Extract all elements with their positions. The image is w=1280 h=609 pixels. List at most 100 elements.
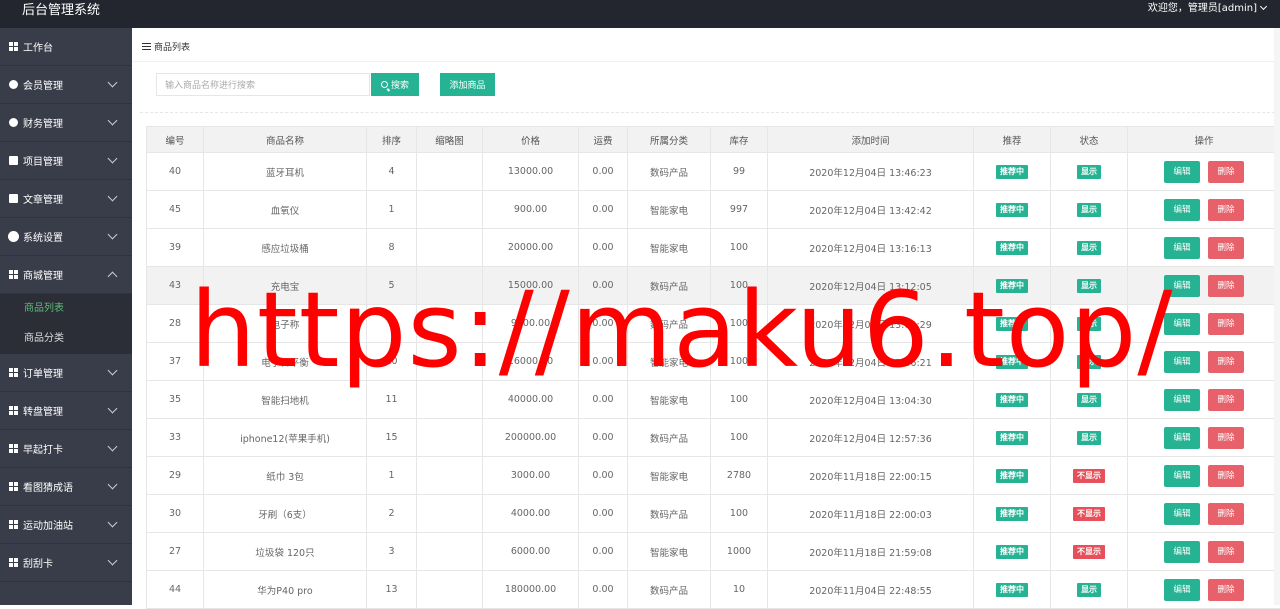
- delete-button[interactable]: 删除: [1208, 351, 1244, 373]
- status-badge[interactable]: 显示: [1077, 165, 1101, 179]
- sidebar-item[interactable]: 商城管理: [0, 256, 132, 294]
- sidebar-item[interactable]: 订单管理: [0, 354, 132, 392]
- delete-button[interactable]: 删除: [1208, 161, 1244, 183]
- status-badge[interactable]: 不显示: [1073, 545, 1105, 559]
- recommend-badge[interactable]: 推荐中: [996, 241, 1028, 255]
- status-badge[interactable]: 不显示: [1073, 507, 1105, 521]
- recommend-badge[interactable]: 推荐中: [996, 393, 1028, 407]
- add-product-button[interactable]: 添加商品: [440, 73, 495, 96]
- sidebar-item[interactable]: 会员管理: [0, 66, 132, 104]
- delete-button[interactable]: 删除: [1208, 199, 1244, 221]
- cell-name: 垃圾袋 120只: [204, 533, 367, 571]
- sidebar-item[interactable]: 早起打卡: [0, 430, 132, 468]
- status-badge[interactable]: 显示: [1077, 203, 1101, 217]
- edit-button[interactable]: 编辑: [1164, 541, 1200, 563]
- status-badge[interactable]: 显示: [1077, 583, 1101, 597]
- delete-button[interactable]: 删除: [1208, 313, 1244, 335]
- cell-stock: 100: [711, 381, 768, 419]
- recommend-badge[interactable]: 推荐中: [996, 469, 1028, 483]
- cell-status: 显示: [1051, 153, 1128, 191]
- sidebar-item[interactable]: 看图猜成语: [0, 468, 132, 506]
- cell-status: 显示: [1051, 191, 1128, 229]
- status-badge[interactable]: 显示: [1077, 393, 1101, 407]
- delete-button[interactable]: 删除: [1208, 503, 1244, 525]
- sidebar-submenu: 商品列表商品分类: [0, 294, 132, 354]
- sidebar-item-label: 会员管理: [23, 77, 63, 92]
- recommend-badge[interactable]: 推荐中: [996, 545, 1028, 559]
- cell-shipping: 0.00: [579, 153, 628, 191]
- cell-category: 数码产品: [628, 267, 711, 305]
- delete-button[interactable]: 删除: [1208, 465, 1244, 487]
- recommend-badge[interactable]: 推荐中: [996, 279, 1028, 293]
- status-badge[interactable]: 显示: [1077, 431, 1101, 445]
- list-icon: [142, 43, 151, 50]
- shield-icon: [9, 80, 18, 89]
- table-header-row: 编号商品名称排序缩略图价格运费所属分类库存添加时间推荐状态操作: [147, 127, 1280, 153]
- sidebar-item[interactable]: 文章管理: [0, 180, 132, 218]
- recommend-badge[interactable]: 推荐中: [996, 431, 1028, 445]
- sidebar-item[interactable]: 刮刮卡: [0, 544, 132, 582]
- sidebar-item[interactable]: 项目管理: [0, 142, 132, 180]
- cell-thumbnail: [417, 153, 483, 191]
- delete-button[interactable]: 删除: [1208, 579, 1244, 601]
- recommend-badge[interactable]: 推荐中: [996, 317, 1028, 331]
- cell-sort: 15: [367, 419, 417, 457]
- recommend-badge[interactable]: 推荐中: [996, 203, 1028, 217]
- edit-button[interactable]: 编辑: [1164, 313, 1200, 335]
- delete-button[interactable]: 删除: [1208, 237, 1244, 259]
- status-badge[interactable]: 显示: [1077, 241, 1101, 255]
- edit-button[interactable]: 编辑: [1164, 199, 1200, 221]
- edit-button[interactable]: 编辑: [1164, 427, 1200, 449]
- delete-button[interactable]: 删除: [1208, 541, 1244, 563]
- sidebar-subitem[interactable]: 商品列表: [0, 294, 132, 324]
- recommend-badge[interactable]: 推荐中: [996, 165, 1028, 179]
- chevron-down-icon: [108, 556, 118, 566]
- cell-price: 20000.00: [483, 229, 579, 267]
- recommend-badge[interactable]: 推荐中: [996, 583, 1028, 597]
- delete-button[interactable]: 删除: [1208, 389, 1244, 411]
- search-input[interactable]: [156, 73, 370, 96]
- user-menu[interactable]: 欢迎您，管理员[admin]: [1148, 0, 1266, 18]
- recommend-badge[interactable]: 推荐中: [996, 507, 1028, 521]
- edit-button[interactable]: 编辑: [1164, 465, 1200, 487]
- status-badge[interactable]: 不显示: [1073, 469, 1105, 483]
- cell-price: 9000.00: [483, 305, 579, 343]
- cell-actions: 编辑删除: [1128, 153, 1280, 191]
- sidebar-item[interactable]: 运动加油站: [0, 506, 132, 544]
- cell-stock: 99: [711, 153, 768, 191]
- edit-button[interactable]: 编辑: [1164, 579, 1200, 601]
- edit-button[interactable]: 编辑: [1164, 389, 1200, 411]
- status-badge[interactable]: 显示: [1077, 355, 1101, 369]
- cell-shipping: 0.00: [579, 343, 628, 381]
- sidebar-subitem[interactable]: 商品分类: [0, 324, 132, 354]
- edit-button[interactable]: 编辑: [1164, 503, 1200, 525]
- search-button[interactable]: 搜索: [371, 73, 419, 96]
- cell-price: 40000.00: [483, 381, 579, 419]
- edit-button[interactable]: 编辑: [1164, 275, 1200, 297]
- delete-button[interactable]: 删除: [1208, 427, 1244, 449]
- table-row: 39感应垃圾桶820000.000.00智能家电1002020年12月04日 1…: [147, 229, 1280, 267]
- cell-thumbnail: [417, 571, 483, 609]
- cell-sort: 13: [367, 571, 417, 609]
- delete-button[interactable]: 删除: [1208, 275, 1244, 297]
- cell-id: 39: [147, 229, 204, 267]
- cell-sort: 8: [367, 229, 417, 267]
- cell-shipping: 0.00: [579, 381, 628, 419]
- edit-button[interactable]: 编辑: [1164, 237, 1200, 259]
- edit-button[interactable]: 编辑: [1164, 351, 1200, 373]
- cell-sort: 3: [367, 533, 417, 571]
- cell-stock: 100: [711, 229, 768, 267]
- sidebar-item[interactable]: 工作台: [0, 28, 132, 66]
- status-badge[interactable]: 显示: [1077, 317, 1101, 331]
- sidebar-item[interactable]: 系统设置: [0, 218, 132, 256]
- status-badge[interactable]: 显示: [1077, 279, 1101, 293]
- edit-button[interactable]: 编辑: [1164, 161, 1200, 183]
- sidebar-item[interactable]: 财务管理: [0, 104, 132, 142]
- cell-recommend: 推荐中: [974, 153, 1051, 191]
- scrollbar[interactable]: [1274, 28, 1280, 605]
- cell-sort: 11: [367, 381, 417, 419]
- sidebar-item[interactable]: 转盘管理: [0, 392, 132, 430]
- cell-thumbnail: [417, 191, 483, 229]
- recommend-badge[interactable]: 推荐中: [996, 355, 1028, 369]
- column-header: 推荐: [974, 127, 1051, 153]
